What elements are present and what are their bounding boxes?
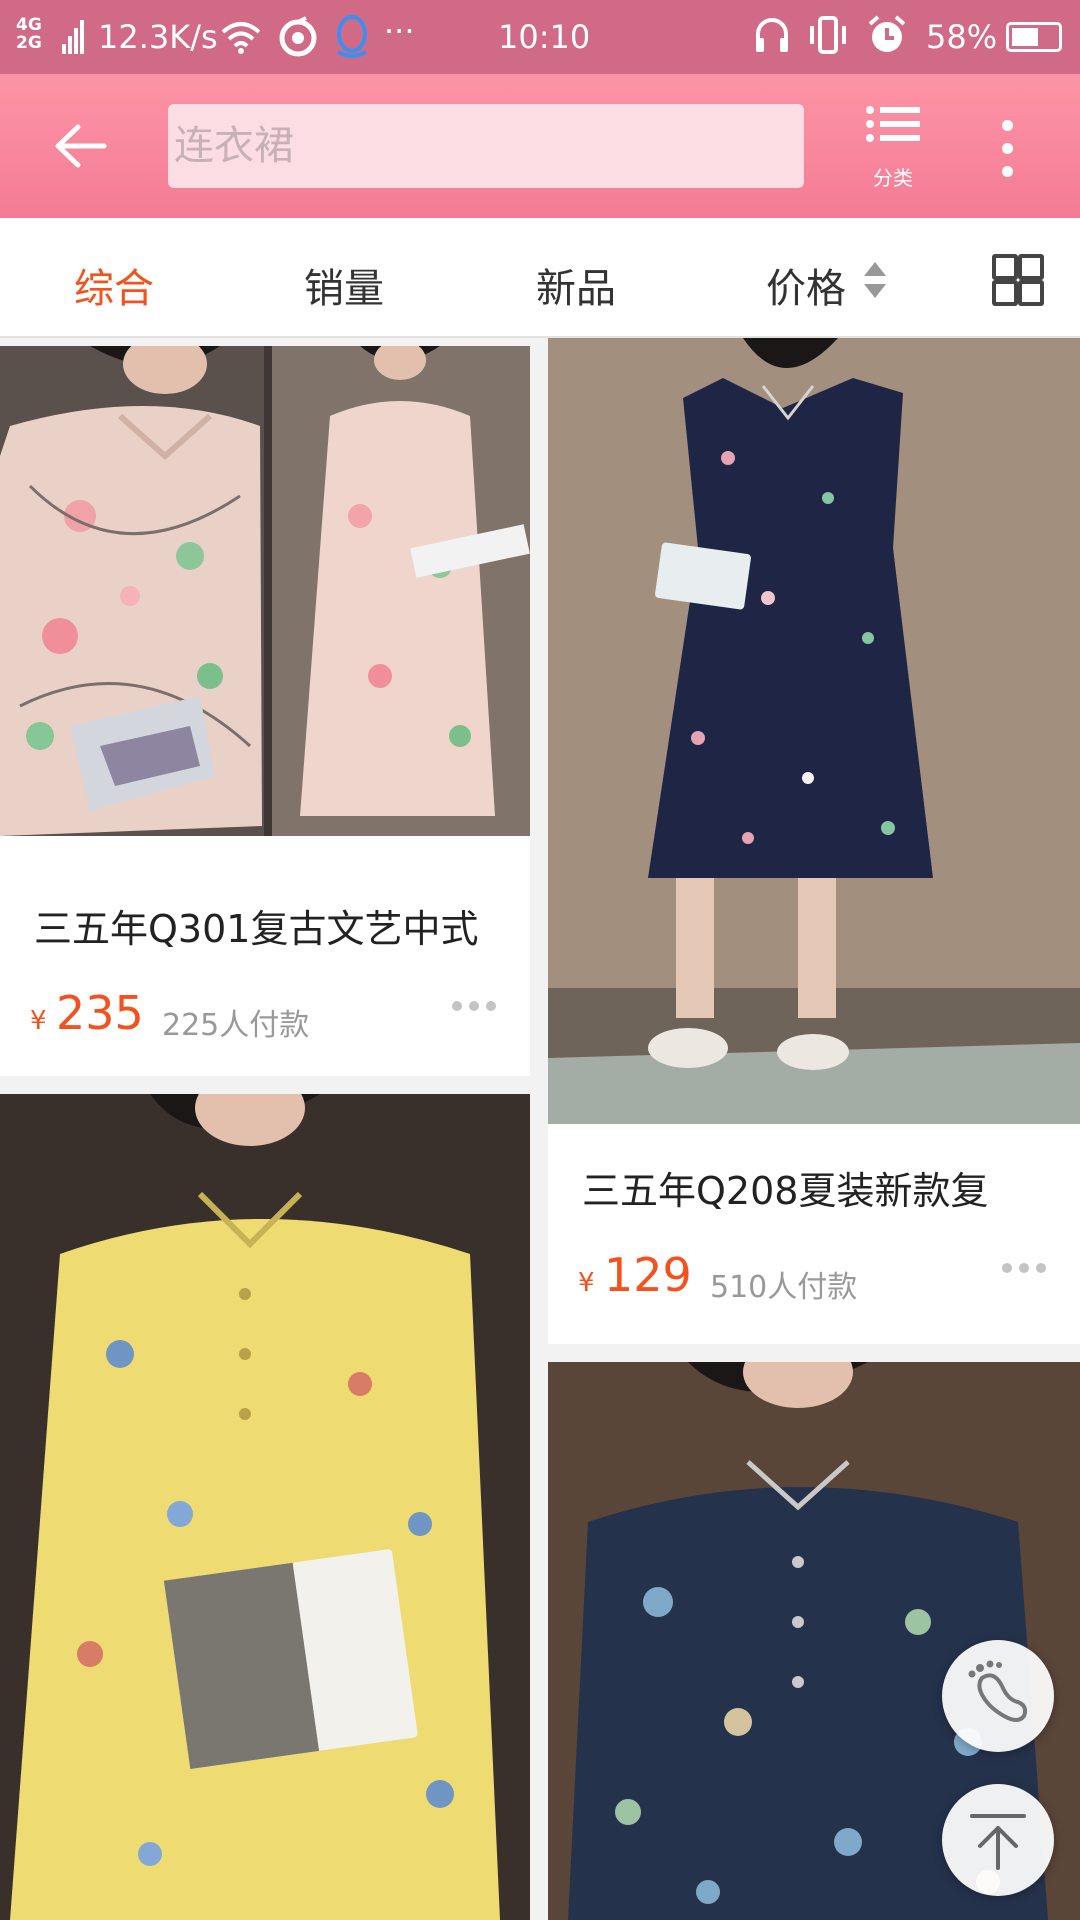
sort-tab-new[interactable]: 新品 [536, 256, 616, 314]
product-image [0, 346, 530, 836]
category-label: 分类 [873, 166, 913, 190]
alarm-icon [868, 15, 906, 52]
currency-symbol: ¥ [30, 1006, 47, 1036]
product-title: 三五年Q208夏装新款复 [582, 1169, 989, 1213]
wifi-icon [221, 22, 261, 54]
battery-percent: 58% [926, 18, 998, 56]
price-row: ¥ 129 510人付款 [578, 1248, 1048, 1308]
more-notifications: ··· [384, 12, 415, 50]
sort-tab-sales[interactable]: 销量 [304, 256, 384, 314]
headset-icon [756, 18, 788, 52]
back-arrow-icon [55, 124, 107, 168]
top-app-bar: 分类 [0, 74, 1080, 218]
product-card[interactable] [0, 1094, 530, 1920]
price-row: ¥ 235 225人付款 [30, 986, 500, 1046]
search-input[interactable] [168, 104, 816, 188]
product-card[interactable]: 三五年Q301复古文艺中式 ¥ 235 225人付款 [0, 346, 530, 1076]
grid-view-toggle[interactable] [992, 254, 1044, 306]
footprint-icon [968, 1660, 1028, 1722]
product-card[interactable]: 三五年Q208夏装新款复 ¥ 129 510人付款 [548, 338, 1080, 1344]
back-button[interactable] [46, 116, 116, 176]
battery-icon [1006, 22, 1062, 52]
list-icon [866, 106, 920, 142]
netease-music-icon [279, 16, 317, 57]
more-options-button[interactable] [988, 114, 1028, 184]
network-speed: 12.3K/s [98, 18, 218, 56]
category-button[interactable]: 分类 [862, 104, 924, 194]
sales-count: 510人付款 [710, 1270, 858, 1305]
sort-tab-price[interactable]: 价格 [766, 256, 846, 314]
signal-icon [62, 20, 84, 54]
sort-bar: 综合 销量 新品 价格 [0, 218, 1080, 338]
search-bar[interactable] [168, 104, 816, 188]
product-title: 三五年Q301复古文艺中式 [34, 907, 479, 951]
qq-icon [337, 15, 367, 58]
back-to-top-button[interactable] [942, 1784, 1054, 1896]
status-bar: 4G 2G 12.3K/s ··· 10:10 58% [0, 0, 1080, 74]
card-more-icon[interactable] [452, 1001, 500, 1015]
arrow-up-icon [970, 1814, 1026, 1870]
clock: 10:10 [498, 18, 591, 56]
sort-tab-comprehensive[interactable]: 综合 [74, 256, 154, 314]
battery-fill [1012, 28, 1038, 46]
currency-symbol: ¥ [578, 1268, 595, 1298]
network-type: 4G 2G [16, 15, 42, 53]
product-price: 129 [604, 1248, 692, 1302]
card-more-icon[interactable] [1002, 1263, 1050, 1277]
product-image [548, 338, 1080, 1124]
footprint-button[interactable] [942, 1640, 1054, 1752]
price-sort-arrows-icon[interactable] [862, 260, 888, 300]
product-image [0, 1094, 530, 1920]
vibrate-icon [810, 16, 846, 54]
product-price: 235 [56, 986, 144, 1040]
sales-count: 225人付款 [162, 1008, 310, 1043]
